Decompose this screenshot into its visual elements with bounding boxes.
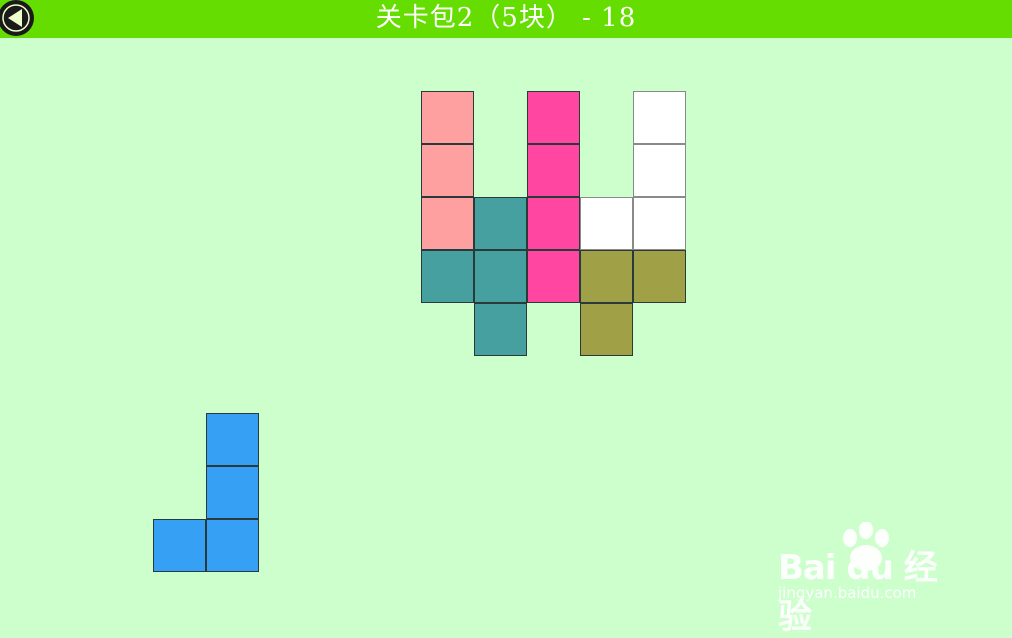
piece-cell[interactable]: [474, 250, 527, 303]
piece-cell[interactable]: [474, 197, 527, 250]
piece-cell[interactable]: [580, 250, 633, 303]
piece-cell[interactable]: [527, 197, 580, 250]
watermark: Bai du 经验 jingyan.baidu.com: [778, 522, 968, 637]
piece-cell[interactable]: [527, 144, 580, 197]
watermark-url: jingyan.baidu.com: [778, 584, 917, 602]
piece-cell[interactable]: [206, 413, 259, 466]
piece-cell[interactable]: [206, 519, 259, 572]
piece-cell[interactable]: [633, 250, 686, 303]
piece-cell[interactable]: [633, 197, 686, 250]
piece-cell[interactable]: [527, 250, 580, 303]
piece-cell[interactable]: [421, 91, 474, 144]
piece-cell[interactable]: [421, 250, 474, 303]
piece-cell[interactable]: [527, 91, 580, 144]
piece-cell[interactable]: [633, 91, 686, 144]
piece-cell[interactable]: [474, 303, 527, 356]
piece-cell[interactable]: [206, 466, 259, 519]
piece-cell[interactable]: [421, 197, 474, 250]
piece-cell[interactable]: [421, 144, 474, 197]
piece-cell[interactable]: [633, 144, 686, 197]
piece-cell[interactable]: [580, 197, 633, 250]
piece-cell[interactable]: [580, 303, 633, 356]
piece-cell[interactable]: [153, 519, 206, 572]
